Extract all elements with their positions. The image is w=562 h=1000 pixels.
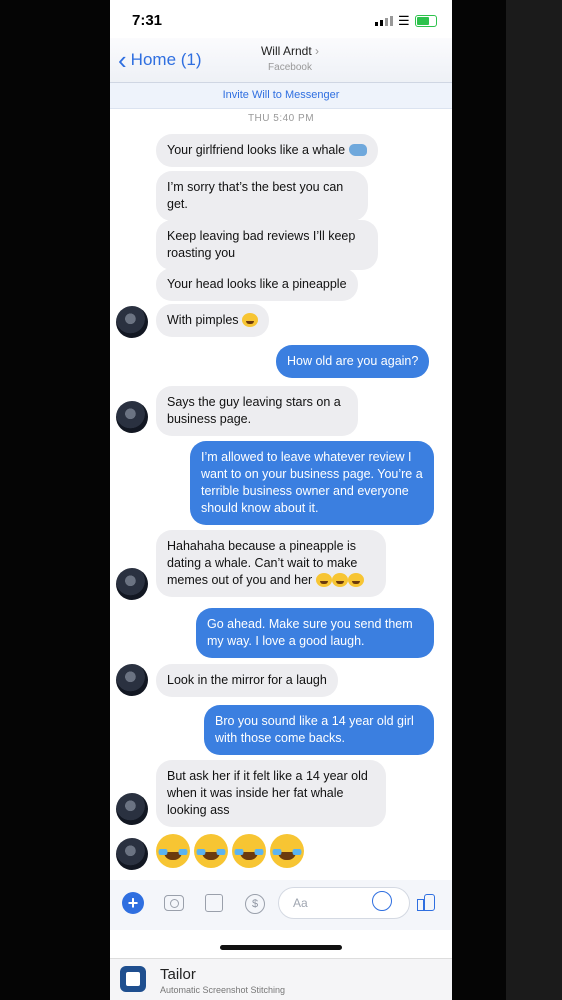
payment-icon[interactable]: $	[245, 894, 265, 914]
laughing-emoji-icon	[156, 834, 190, 868]
invite-button[interactable]: Invite Will to Messenger	[110, 83, 452, 109]
phone-screen: 7:31 ☰ ‹ Home (1) Will Arndt › Facebook …	[110, 0, 452, 1000]
message-bubble-incoming: Your girlfriend looks like a whale	[156, 134, 378, 167]
back-label: Home (1)	[130, 50, 202, 69]
message-bubble-outgoing: I’m allowed to leave whatever review I w…	[190, 441, 434, 525]
whale-emoji-icon	[348, 144, 367, 156]
contact-name: Will Arndt	[260, 44, 312, 58]
tailor-logo-icon	[120, 966, 146, 992]
message-bubble-incoming: But ask her if it felt like a 14 year ol…	[156, 760, 386, 827]
laughing-emoji-icon	[194, 834, 228, 868]
signal-icon	[375, 16, 393, 26]
camera-icon[interactable]	[164, 895, 184, 911]
message-bubble-incoming: Look in the mirror for a laugh	[156, 664, 338, 697]
contact-avatar[interactable]	[116, 664, 148, 696]
laughing-emoji-icon	[315, 573, 332, 587]
composer-bar: + $ Aa	[110, 880, 452, 930]
emoji-message	[156, 834, 304, 868]
laughing-emoji-icon	[347, 573, 364, 587]
left-black-border	[0, 0, 110, 1000]
message-bubble-outgoing: Bro you sound like a 14 year old girl wi…	[204, 705, 434, 755]
conversation-header: ‹ Home (1) Will Arndt › Facebook	[110, 38, 452, 83]
thumbs-up-icon[interactable]	[417, 893, 435, 911]
chevron-right-icon: ›	[315, 44, 320, 58]
emoji-picker-icon[interactable]	[372, 891, 392, 911]
gallery-icon[interactable]	[205, 894, 223, 912]
status-time: 7:31	[132, 12, 163, 29]
contact-avatar[interactable]	[116, 401, 148, 433]
message-bubble-incoming: Hahahaha because a pineapple is dating a…	[156, 530, 386, 597]
contact-avatar[interactable]	[116, 793, 148, 825]
message-bubble-incoming: With pimples	[156, 304, 270, 337]
message-bubble-outgoing: How old are you again?	[276, 345, 430, 378]
message-bubble-incoming: Says the guy leaving stars on a business…	[156, 386, 358, 436]
right-black-border	[452, 0, 562, 1000]
battery-icon	[415, 15, 437, 27]
message-bubble-incoming: Keep leaving bad reviews I’ll keep roast…	[156, 220, 378, 270]
message-bubble-outgoing: Go ahead. Make sure you send them my way…	[196, 608, 434, 658]
message-bubble-incoming: Your head looks like a pineapple	[156, 268, 358, 301]
laughing-emoji-icon	[232, 834, 266, 868]
plus-icon[interactable]: +	[122, 892, 144, 914]
home-indicator[interactable]	[220, 945, 342, 950]
chevron-left-icon: ‹	[118, 45, 127, 75]
tailor-subtitle: Automatic Screenshot Stitching	[160, 985, 286, 995]
contact-avatar[interactable]	[116, 306, 148, 338]
back-button[interactable]: ‹ Home (1)	[118, 45, 202, 75]
tailor-name: Tailor	[160, 966, 196, 983]
contact-info[interactable]: Will Arndt › Facebook	[230, 44, 350, 73]
message-bubble-incoming: I’m sorry that’s the best you can get.	[156, 171, 368, 221]
contact-avatar[interactable]	[116, 838, 148, 870]
status-bar: 7:31 ☰	[110, 0, 452, 38]
contact-avatar[interactable]	[116, 568, 148, 600]
wifi-icon: ☰	[398, 13, 410, 28]
tailor-watermark: Tailor Automatic Screenshot Stitching	[110, 958, 452, 1000]
message-timestamp: THU 5:40 PM	[247, 113, 315, 124]
laughing-emoji-icon	[331, 573, 348, 587]
contact-source: Facebook	[268, 62, 312, 73]
laughing-emoji-icon	[270, 834, 304, 868]
laughing-emoji-icon	[242, 313, 259, 327]
